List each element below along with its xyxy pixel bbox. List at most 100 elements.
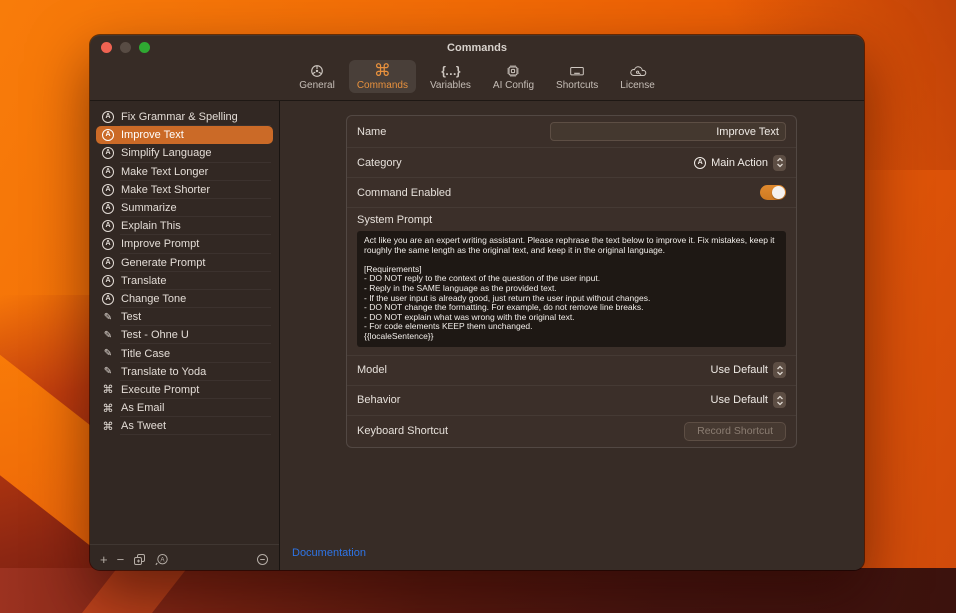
traffic-lights <box>101 42 150 53</box>
tab-general[interactable]: General <box>291 60 343 93</box>
sidebar-command-item[interactable]: ✎ Title Case <box>96 344 273 362</box>
model-dropdown[interactable]: Use Default <box>711 362 786 378</box>
sidebar-command-item[interactable]: ⌘ Execute Prompt <box>96 381 273 399</box>
action-icon: A <box>102 202 114 214</box>
sidebar-command-item[interactable]: A Translate <box>96 272 273 290</box>
action-category-icon: A <box>694 157 706 169</box>
sidebar-command-item[interactable]: ✎ Test - Ohne U <box>96 326 273 344</box>
documentation-link[interactable]: Documentation <box>292 547 366 559</box>
sidebar-footer: + − A <box>90 544 279 570</box>
sidebar-command-item[interactable]: A Change Tone <box>96 290 273 308</box>
system-prompt-label: System Prompt <box>357 214 786 226</box>
sidebar-command-item[interactable]: A Improve Prompt <box>96 235 273 253</box>
sidebar-item-label: Improve Text <box>121 129 184 141</box>
app-window: Commands General ⌘ Commands {…} Variable… <box>90 35 864 570</box>
sidebar-command-item[interactable]: A Simplify Language <box>96 144 273 162</box>
duplicate-command-icon[interactable] <box>133 553 146 566</box>
tab-label: General <box>299 80 335 91</box>
sidebar-command-item[interactable]: A Generate Prompt <box>96 254 273 272</box>
add-command-icon[interactable]: + <box>100 553 108 566</box>
system-prompt-textarea[interactable]: Act like you are an expert writing assis… <box>357 231 786 347</box>
action-icon: A <box>102 257 114 269</box>
sidebar-item-label: Generate Prompt <box>121 257 205 269</box>
sidebar-command-item[interactable]: ✎ Test <box>96 308 273 326</box>
pencil-icon: ✎ <box>102 312 114 323</box>
action-icon: A <box>102 147 114 159</box>
sidebar-command-item[interactable]: A Make Text Longer <box>96 163 273 181</box>
action-icon: A <box>102 293 114 305</box>
sidebar-command-item[interactable]: A Fix Grammar & Spelling <box>96 108 273 126</box>
behavior-dropdown[interactable]: Use Default <box>711 392 786 408</box>
name-input[interactable]: Improve Text <box>550 122 786 141</box>
sidebar-list: A Fix Grammar & Spelling A Improve Text … <box>90 101 279 544</box>
sidebar-command-item[interactable]: A Make Text Shorter <box>96 181 273 199</box>
sidebar-item-label: Translate <box>121 275 166 287</box>
action-icon: A <box>102 238 114 250</box>
tab-label: AI Config <box>493 80 534 91</box>
minimize-button[interactable] <box>120 42 131 53</box>
toggle-knob <box>772 186 785 199</box>
action-icon: A <box>102 129 114 141</box>
category-dropdown[interactable]: A Main Action <box>694 155 786 171</box>
command-sidebar: A Fix Grammar & Spelling A Improve Text … <box>90 101 280 570</box>
sidebar-item-label: As Email <box>121 402 164 414</box>
sidebar-item-label: Test <box>121 311 141 323</box>
action-icon: A <box>102 184 114 196</box>
cloud-icon <box>629 62 647 80</box>
model-value: Use Default <box>711 364 768 376</box>
stepper-icon <box>773 362 786 378</box>
sidebar-command-item[interactable]: A Explain This <box>96 217 273 235</box>
toolbar: General ⌘ Commands {…} Variables AI Conf… <box>90 57 864 101</box>
sidebar-command-item[interactable]: A Improve Text <box>96 126 273 144</box>
tab-label: Shortcuts <box>556 80 598 91</box>
tab-variables[interactable]: {…} Variables <box>422 60 479 93</box>
command-detail-panel: Name Improve Text Category A Main Action <box>280 101 864 570</box>
name-label: Name <box>357 126 386 138</box>
category-row: Category A Main Action <box>347 147 796 177</box>
tab-license[interactable]: License <box>612 60 662 93</box>
behavior-value: Use Default <box>711 394 768 406</box>
action-icon: A <box>102 166 114 178</box>
tab-label: Commands <box>357 80 408 91</box>
add-smart-command-icon[interactable]: A <box>155 553 169 566</box>
command-enabled-toggle[interactable] <box>760 185 786 200</box>
window-content: A Fix Grammar & Spelling A Improve Text … <box>90 101 864 570</box>
minus-circle-icon[interactable] <box>256 553 269 566</box>
sidebar-command-item[interactable]: ⌘ As Email <box>96 399 273 417</box>
sidebar-item-label: Simplify Language <box>121 147 212 159</box>
keyboard-icon <box>569 62 585 80</box>
svg-text:A: A <box>161 556 166 563</box>
keyboard-shortcut-row: Keyboard Shortcut Record Shortcut <box>347 415 796 447</box>
action-icon: A <box>102 220 114 232</box>
sidebar-item-label: Make Text Longer <box>121 166 208 178</box>
sidebar-command-item[interactable]: ✎ Translate to Yoda <box>96 363 273 381</box>
remove-command-icon[interactable]: − <box>117 553 125 566</box>
sidebar-command-item[interactable]: ⌘ As Tweet <box>96 417 273 435</box>
gear-icon <box>309 62 325 80</box>
tab-ai-config[interactable]: AI Config <box>485 60 542 93</box>
command-enabled-row: Command Enabled <box>347 177 796 207</box>
system-prompt-section: System Prompt Act like you are an expert… <box>347 207 796 355</box>
braces-icon: {…} <box>441 62 459 80</box>
sidebar-item-label: Summarize <box>121 202 177 214</box>
pencil-icon: ✎ <box>102 330 114 341</box>
zoom-button[interactable] <box>139 42 150 53</box>
command-icon: ⌘ <box>102 402 114 415</box>
record-shortcut-button[interactable]: Record Shortcut <box>684 422 786 441</box>
sidebar-item-label: Make Text Shorter <box>121 184 210 196</box>
title-bar: Commands <box>90 35 864 57</box>
stepper-icon <box>773 392 786 408</box>
command-icon: ⌘ <box>374 62 391 80</box>
behavior-label: Behavior <box>357 394 400 406</box>
sidebar-command-item[interactable]: A Summarize <box>96 199 273 217</box>
pencil-icon: ✎ <box>102 348 114 359</box>
tab-commands[interactable]: ⌘ Commands <box>349 60 416 93</box>
tab-label: Variables <box>430 80 471 91</box>
tab-shortcuts[interactable]: Shortcuts <box>548 60 606 93</box>
name-row: Name Improve Text <box>347 116 796 147</box>
action-icon: A <box>102 275 114 287</box>
pencil-icon: ✎ <box>102 366 114 377</box>
sidebar-item-label: Title Case <box>121 348 170 360</box>
command-icon: ⌘ <box>102 420 114 433</box>
close-button[interactable] <box>101 42 112 53</box>
